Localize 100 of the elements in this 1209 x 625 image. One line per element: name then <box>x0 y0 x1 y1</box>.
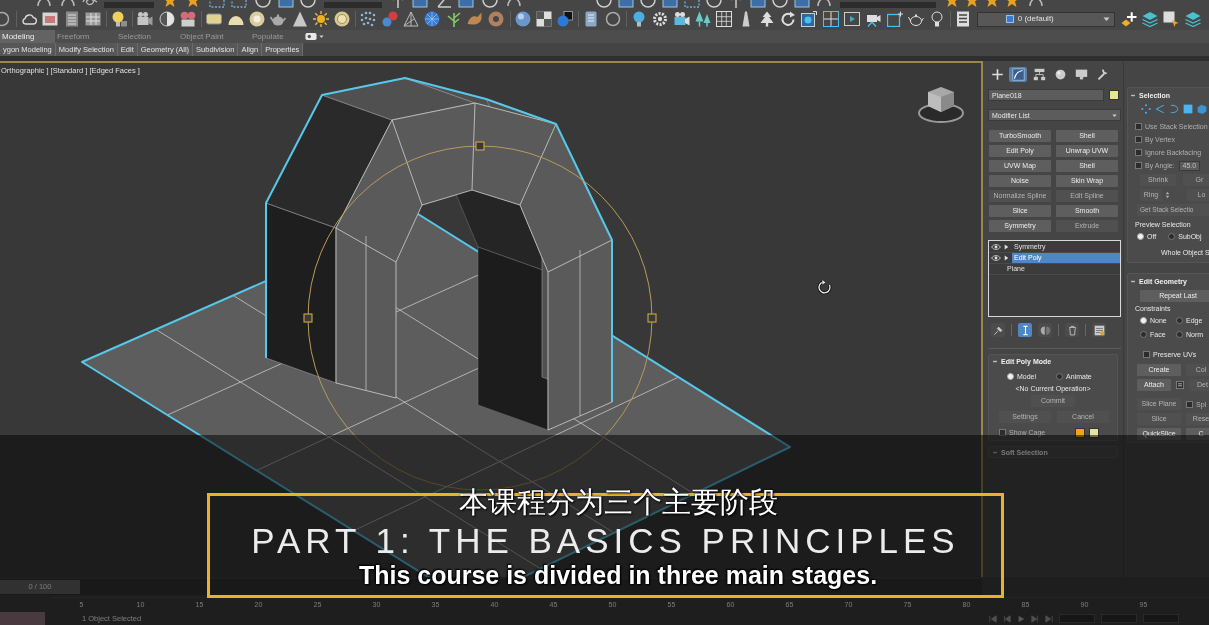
gizmo-handle[interactable] <box>303 313 313 323</box>
grid-icon[interactable] <box>716 11 733 27</box>
minus-icon <box>993 450 997 454</box>
ring-icon[interactable] <box>488 11 505 27</box>
subtitle-text: 本课程分为三个主要阶段 <box>458 487 778 519</box>
element-icon[interactable] <box>1197 104 1207 114</box>
radio-icon[interactable] <box>1176 330 1183 338</box>
checker-icon[interactable] <box>535 11 552 27</box>
curve-icon[interactable] <box>1028 0 1044 8</box>
ribbon-tab[interactable]: Populate <box>250 30 305 43</box>
cone-icon[interactable] <box>291 11 308 27</box>
dashed-rect-icon[interactable] <box>684 0 700 8</box>
list-icon[interactable] <box>63 11 80 27</box>
sphere-and-cube-icon[interactable] <box>557 11 574 27</box>
ribbon-tab[interactable]: Selection <box>116 30 178 43</box>
round-plate-icon[interactable] <box>334 11 351 27</box>
gizmo-handle[interactable] <box>647 313 657 323</box>
layer-stack-icon[interactable] <box>1184 11 1201 27</box>
radio-icon[interactable] <box>1137 232 1144 240</box>
ribbon-tab[interactable]: Freeform <box>55 30 116 43</box>
molecule-icon[interactable] <box>381 11 398 27</box>
particle-grid-icon[interactable] <box>360 11 377 27</box>
dropdown-field[interactable] <box>324 2 382 8</box>
trees-icon[interactable] <box>694 11 711 27</box>
radio-icon[interactable] <box>1140 330 1147 338</box>
render-window-icon[interactable] <box>42 11 59 27</box>
cloud-icon[interactable] <box>21 11 37 27</box>
wire-pyramid-icon[interactable] <box>403 11 420 27</box>
color-swatch[interactable] <box>1089 427 1099 438</box>
curve-icon[interactable] <box>60 0 76 8</box>
dashed-rect-icon[interactable] <box>209 0 225 8</box>
spinner-icon[interactable] <box>1165 191 1170 199</box>
curve-icon[interactable] <box>816 0 832 8</box>
geosphere-icon[interactable] <box>424 11 441 27</box>
trash-icon[interactable] <box>1065 323 1079 337</box>
layer-list-icon[interactable] <box>955 11 972 27</box>
subtitle-text: This course is divided in three main stages. <box>358 562 878 590</box>
polygon-icon[interactable] <box>1183 104 1193 114</box>
grid-icon[interactable] <box>822 11 839 27</box>
tree-icon[interactable] <box>758 11 775 27</box>
color-swatch[interactable] <box>1075 427 1085 438</box>
curve-icon[interactable] <box>506 0 522 8</box>
sun-icon[interactable] <box>312 11 329 27</box>
pin-icon[interactable] <box>991 323 1005 337</box>
layer-stack-icon[interactable] <box>1142 11 1159 27</box>
layer-dropdown[interactable]: 0 (default) <box>976 11 1115 27</box>
gear-icon[interactable] <box>652 11 669 27</box>
sphere-icon[interactable] <box>514 11 531 27</box>
leaf-icon[interactable] <box>466 11 483 27</box>
circle-icon[interactable] <box>604 11 621 27</box>
ribbon-tab[interactable]: Object Paint <box>178 30 250 43</box>
edge-icon[interactable] <box>1155 104 1165 114</box>
i-beam-icon[interactable] <box>1018 323 1032 337</box>
film-reel-icon[interactable] <box>180 11 197 27</box>
select-from-box-icon[interactable] <box>1163 11 1180 27</box>
angle-icon[interactable] <box>436 0 452 8</box>
title-card-text: PART 1: THE BASICS PRINCIPLES <box>251 523 960 558</box>
go-to-start-icon[interactable] <box>989 614 997 623</box>
radio-icon[interactable] <box>1168 232 1176 240</box>
swirl-icon[interactable] <box>82 0 98 8</box>
gizmo-handle[interactable] <box>475 141 485 151</box>
color-swatch[interactable] <box>1109 90 1119 100</box>
caret-icon <box>1112 113 1117 117</box>
toggle-icon[interactable] <box>305 32 317 41</box>
add-layer-icon[interactable] <box>1120 11 1137 27</box>
eye-icon[interactable] <box>991 243 1001 251</box>
layer-swatch-icon <box>1005 15 1014 23</box>
caret-icon[interactable] <box>319 35 324 38</box>
dropdown-field[interactable] <box>840 2 936 8</box>
radio-icon[interactable] <box>1140 316 1147 324</box>
light-bulb-icon[interactable] <box>929 11 946 27</box>
radio-icon[interactable] <box>1007 373 1014 381</box>
minus-icon <box>993 360 997 364</box>
disc-icon[interactable] <box>248 11 265 27</box>
view-cube-icon[interactable] <box>918 85 964 123</box>
ribbon-tab[interactable]: Modeling <box>0 30 55 43</box>
half-circle-icon[interactable] <box>158 11 175 27</box>
plant-icon[interactable] <box>445 11 462 27</box>
frame-plus-icon[interactable] <box>886 11 903 27</box>
camera-icon[interactable] <box>137 11 154 27</box>
document-icon[interactable] <box>583 11 600 27</box>
light-bulb-icon[interactable] <box>631 11 647 27</box>
light-bulb-icon[interactable] <box>111 11 128 27</box>
rotate-arrow-icon[interactable] <box>780 11 797 27</box>
curve-icon[interactable] <box>36 0 52 8</box>
vertex-icon[interactable] <box>1141 104 1151 114</box>
slab-icon[interactable] <box>206 11 223 27</box>
border-icon[interactable] <box>1169 104 1179 114</box>
play-icon[interactable] <box>844 11 860 27</box>
table-icon[interactable] <box>84 11 101 27</box>
caret-icon <box>1102 17 1110 21</box>
eye-icon[interactable] <box>991 254 1001 262</box>
settings-box-icon[interactable] <box>1176 381 1184 389</box>
list-settings-icon[interactable] <box>1092 323 1106 337</box>
script-listener-field[interactable] <box>0 612 45 625</box>
dropdown-field[interactable] <box>104 2 154 8</box>
camera-icon[interactable] <box>673 11 690 27</box>
radio-icon[interactable] <box>1056 373 1064 381</box>
checkbox-icon[interactable] <box>1143 350 1150 358</box>
radio-icon[interactable] <box>1176 316 1183 324</box>
